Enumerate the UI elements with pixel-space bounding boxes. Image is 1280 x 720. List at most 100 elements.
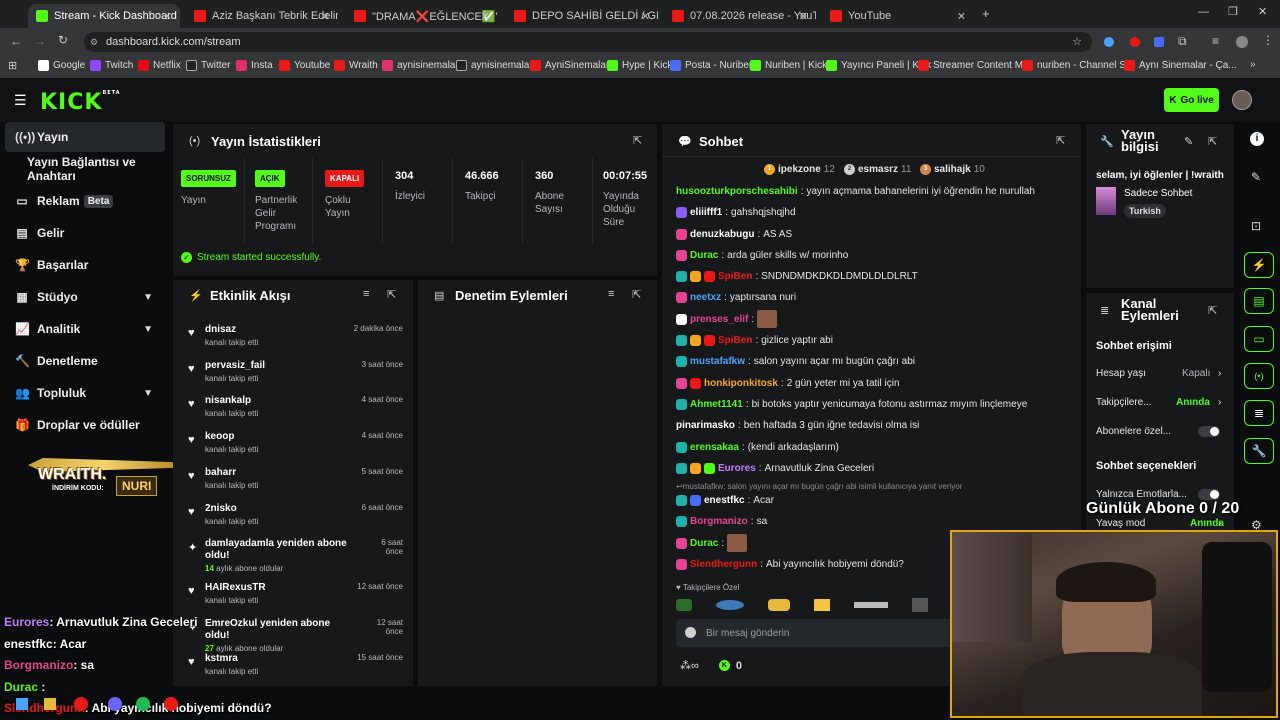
sidebar-item-topluluk[interactable]: 👥 Topluluk ▼ (5, 378, 165, 408)
users-icon[interactable]: ⁂∞ (680, 659, 699, 672)
chat-username[interactable]: Borgmanizo (690, 516, 748, 527)
obs-icon[interactable] (164, 697, 178, 711)
folder-icon[interactable] (44, 698, 56, 710)
chat-username[interactable]: enestfkc (704, 495, 745, 506)
close-icon[interactable]: ✕ (957, 10, 966, 23)
back-icon[interactable]: ← (10, 34, 22, 48)
url-field[interactable]: ⚙ dashboard.kick.com/stream ☆ (84, 32, 1092, 52)
close-icon[interactable]: ✕ (163, 10, 172, 23)
chat-message[interactable]: Eurores: Arnavutluk Zina Geceleri (676, 458, 1066, 478)
chat-message[interactable]: enestfkc: Acar (676, 490, 1066, 510)
bookmark-item[interactable]: Hype | Kick (607, 60, 672, 71)
tab-4[interactable]: DEPO SAHİBİ GELDİ / GERGİNLİ✕ (506, 4, 658, 28)
tag-badge[interactable]: Turkish (1124, 204, 1166, 218)
sidebar-item-denetleme[interactable]: 🔨 Denetleme (5, 346, 165, 376)
bookmark-item[interactable]: Nuriben | Kick (750, 60, 827, 71)
sidebar-item-analitik[interactable]: 📈 Analitik ▼ (5, 314, 165, 344)
tab-2[interactable]: Aziz Başkanı Tebrik Edelim | Yay✕ (186, 4, 338, 28)
popout-icon[interactable]: ⇱ (633, 134, 642, 147)
lightning-icon[interactable]: ⚡ (1244, 252, 1274, 278)
chat-username[interactable]: prenses_elif (690, 314, 748, 325)
toggle-switch[interactable] (1198, 426, 1220, 437)
popout-icon[interactable]: ⇱ (387, 288, 396, 301)
chat-username[interactable]: Durac (690, 250, 718, 261)
chat-username[interactable]: SpiBen (718, 335, 752, 346)
bookmark-item[interactable]: Insta (236, 60, 273, 71)
broadcast-icon[interactable]: (•) (1244, 363, 1274, 389)
user-avatar[interactable] (1232, 90, 1252, 110)
chat-username[interactable]: pinarimasko (676, 420, 735, 431)
chat-message[interactable]: Ahmet1141: bi botoks yaptır yenicumaya fo… (676, 394, 1066, 414)
info-icon[interactable]: i (1250, 132, 1264, 146)
sidebar-item-basarilar[interactable]: 🏆 Başarılar (5, 250, 165, 280)
extension-icon[interactable] (1104, 37, 1114, 47)
windows-icon[interactable] (16, 698, 28, 710)
forward-icon[interactable]: → (34, 34, 46, 48)
extension-icon[interactable] (1154, 37, 1164, 47)
media-icon[interactable]: ≡ (1212, 34, 1219, 48)
setting-followers-only[interactable]: Takipçilere... Anında › (1096, 397, 1226, 408)
maximize-icon[interactable]: ❐ (1228, 5, 1238, 18)
chat-message[interactable]: pinarimasko: ben haftada 3 gün iğne tedav… (676, 415, 1066, 435)
close-icon[interactable]: ✕ (799, 10, 808, 23)
chat-message[interactable]: SpiBen: gizlice yaptır abi (676, 330, 1066, 350)
close-icon[interactable]: ✕ (641, 10, 650, 23)
document-icon[interactable]: ▤ (1244, 288, 1274, 314)
chat-settings-icon[interactable]: ⊡ (1251, 219, 1261, 233)
more-bookmarks-icon[interactable]: » (1250, 59, 1256, 70)
emote[interactable] (716, 600, 744, 610)
chat-message[interactable]: prenses_elif: (676, 309, 1066, 329)
chat-message[interactable]: neetxz: yaptırsana nuri (676, 287, 1066, 307)
emote[interactable] (676, 599, 692, 611)
close-icon[interactable]: ✕ (321, 10, 330, 23)
chat-message[interactable]: denuzkabugu: AS AS (676, 224, 1066, 244)
chat-message[interactable]: Borgmanizo: sa (676, 511, 1066, 531)
chat-username[interactable]: Ahmet1141 (690, 399, 743, 410)
chat-bubble-icon[interactable]: ▭ (1244, 326, 1274, 352)
activity-event[interactable]: ♥ pervasiz_fail kanalı takip etti 3 saat ön… (173, 356, 413, 392)
bookmark-item[interactable]: Netflix (138, 60, 181, 71)
filter-icon[interactable]: ≡ (608, 288, 614, 300)
chat-username[interactable]: husoozturkporschesahibi (676, 186, 798, 197)
chat-message[interactable]: honkiponkitosk:2 gün yeter mi ya tatil i… (676, 373, 1066, 393)
kick-logo[interactable]: KICKBETA (40, 90, 121, 115)
tab-3[interactable]: "DRAMA❌EĞLENCE✅" Kick✕ (346, 4, 498, 28)
activity-event[interactable]: ♥ HAIRexusTR kanalı takip etti 12 saat önce (173, 578, 413, 614)
bookmark-item[interactable]: Yayıncı Paneli | Kick (826, 60, 931, 71)
site-info-icon[interactable]: ⚙ (90, 32, 98, 52)
extension-icon[interactable] (1130, 37, 1140, 47)
chat-message[interactable]: SpiBen: SNDNDMDKDKDLDMDLDLDLRLT (676, 266, 1066, 286)
activity-event[interactable]: ♥ 2nisko kanalı takip etti 6 saat önce (173, 499, 413, 535)
activity-event[interactable]: ♥ nisankalp kanalı takip etti 4 saat önce (173, 391, 413, 427)
popout-icon[interactable]: ⇱ (1056, 134, 1065, 147)
popout-icon[interactable]: ⇱ (632, 288, 641, 301)
hamburger-menu-icon[interactable]: ☰ (14, 92, 27, 109)
chat-username[interactable]: mustafafkw (690, 356, 745, 367)
bookmark-item[interactable]: Twitter (186, 60, 230, 71)
tab-kick-dashboard[interactable]: Stream - Kick Dashboard ✕ (28, 4, 180, 28)
activity-event[interactable]: ✦ EmreOzkul yeniden abone oldu! 27 aylık a… (173, 614, 413, 653)
tab-5[interactable]: 07.08.2026 release - YouTube✕ (664, 4, 816, 28)
emote[interactable] (854, 602, 888, 608)
new-tab-icon[interactable]: + (982, 6, 990, 21)
close-icon[interactable]: ✕ (481, 10, 490, 23)
emote[interactable] (768, 599, 790, 611)
spotify-icon[interactable] (136, 697, 150, 711)
gifter-2[interactable]: 2 esmasrz 11 (844, 164, 911, 175)
chat-username[interactable]: denuzkabugu (690, 229, 754, 240)
chat-message[interactable]: erensakaa: (kendi arkadaşlarım) (676, 437, 1066, 457)
toggle-switch[interactable] (1198, 489, 1220, 500)
profile-avatar[interactable] (1236, 36, 1248, 48)
emote[interactable] (912, 598, 928, 612)
chat-username[interactable]: eliiifff1 (690, 207, 722, 218)
chat-input[interactable]: Bir mesaj gönderin (676, 619, 966, 647)
chat-username[interactable]: Eurores (718, 463, 756, 474)
gifter-3[interactable]: 3 salihajk 10 (920, 164, 985, 175)
go-live-button[interactable]: K Go live (1164, 88, 1219, 112)
chat-message[interactable]: mustafafkw: salon yayını açar mı bugün ça… (676, 351, 1066, 371)
sidebar-item-yayin[interactable]: ((•)) Yayın (5, 122, 165, 152)
chrome-icon[interactable] (74, 697, 88, 711)
wrench-icon[interactable]: 🔧 (1244, 438, 1274, 464)
chat-username[interactable]: Durac (690, 538, 718, 549)
discord-icon[interactable] (108, 697, 122, 711)
